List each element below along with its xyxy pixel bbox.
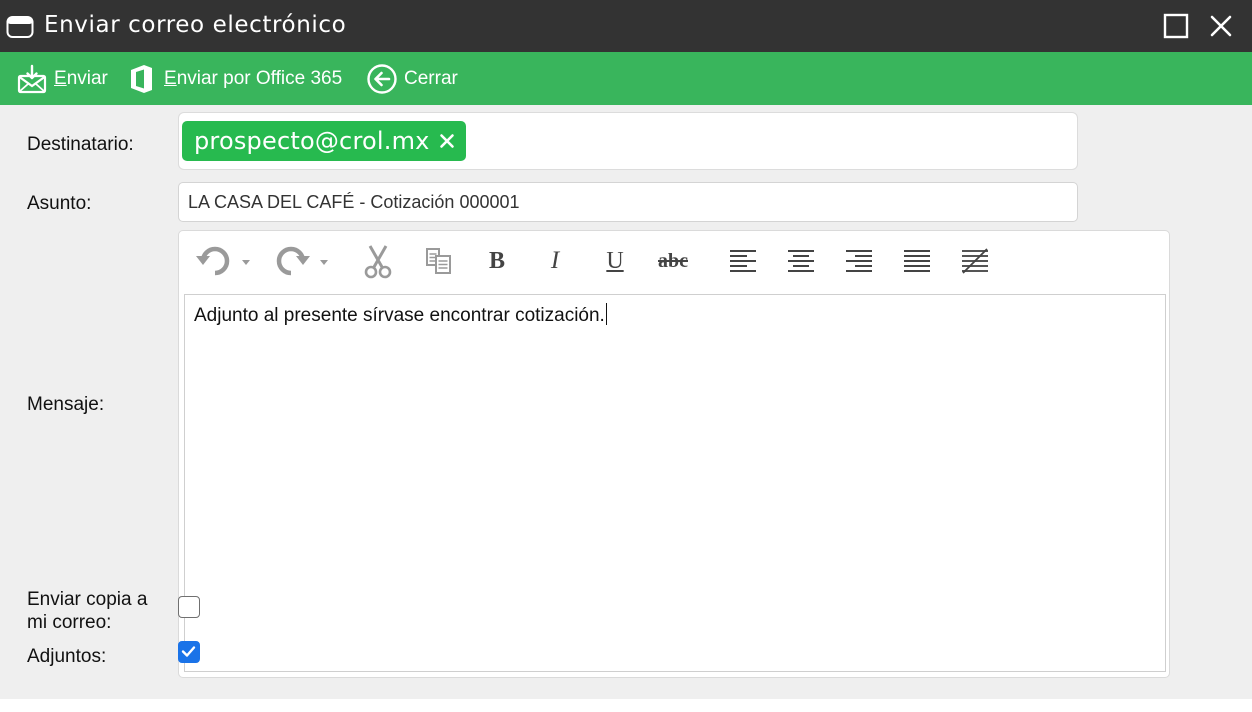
action-toolbar: Enviar Enviar por Office 365 Cerrar	[0, 52, 1252, 105]
italic-button[interactable]: I	[535, 241, 575, 281]
send-office365-label: Enviar por Office 365	[164, 67, 343, 89]
bold-icon: B	[488, 247, 505, 274]
office-icon	[131, 64, 152, 93]
back-arrow-icon	[367, 63, 397, 94]
email-form: Destinatario: prospecto@crol.mx Asunto: …	[0, 105, 1252, 699]
send-button[interactable]: Enviar	[17, 52, 108, 105]
attachments-checkbox[interactable]	[178, 641, 200, 663]
copy-icon	[426, 248, 451, 274]
subject-label: Asunto:	[27, 193, 92, 214]
redo-icon	[276, 246, 328, 276]
checkmark-icon	[181, 646, 196, 657]
underline-button[interactable]: U	[595, 241, 635, 281]
message-label: Mensaje:	[27, 394, 105, 415]
copy-to-me-checkbox[interactable]	[178, 596, 200, 618]
message-text: Adjunto al presente sírvase encontrar co…	[194, 305, 605, 326]
justify-icon	[904, 250, 930, 272]
clear-formatting-icon	[962, 248, 988, 274]
copy-button[interactable]	[420, 241, 458, 281]
strikethrough-icon: abc	[658, 249, 688, 272]
window-titlebar: Enviar correo electrónico	[0, 0, 1252, 52]
close-label: Cerrar	[404, 67, 458, 89]
maximize-icon[interactable]	[1162, 12, 1190, 40]
message-body[interactable]: Adjunto al presente sírvase encontrar co…	[184, 294, 1166, 672]
send-label: Enviar	[54, 67, 108, 89]
recipient-chip[interactable]: prospecto@crol.mx	[182, 121, 466, 161]
recipient-label: Destinatario:	[27, 134, 134, 155]
send-mail-icon	[17, 64, 47, 93]
align-center-icon	[788, 250, 814, 272]
align-center-button[interactable]	[783, 241, 819, 281]
recipient-field[interactable]: prospecto@crol.mx	[178, 112, 1078, 170]
strikethrough-button[interactable]: abc	[651, 241, 695, 281]
italic-icon: I	[550, 247, 560, 274]
copy-to-me-label: Enviar copia a mi correo:	[27, 589, 148, 633]
cut-button[interactable]	[359, 241, 397, 281]
undo-icon	[196, 246, 250, 276]
bold-button[interactable]: B	[477, 241, 517, 281]
window-icon	[6, 16, 34, 38]
align-right-icon	[846, 250, 872, 272]
recipient-chip-text: prospecto@crol.mx	[194, 127, 430, 155]
clear-formatting-button[interactable]	[957, 241, 993, 281]
underline-icon: U	[606, 247, 624, 274]
subject-input[interactable]	[178, 182, 1078, 222]
align-left-button[interactable]	[725, 241, 761, 281]
redo-button[interactable]	[271, 241, 333, 281]
close-button[interactable]: Cerrar	[366, 52, 458, 105]
window-title: Enviar correo electrónico	[44, 12, 347, 38]
message-editor: B I U abc Adjunto al presente sírvase en…	[178, 230, 1170, 678]
undo-button[interactable]	[193, 241, 255, 281]
send-office365-button[interactable]: Enviar por Office 365	[129, 52, 342, 105]
scissors-icon	[364, 245, 392, 279]
remove-recipient-icon[interactable]	[438, 132, 456, 150]
close-window-icon[interactable]	[1207, 12, 1235, 40]
text-caret	[605, 303, 608, 325]
align-right-button[interactable]	[841, 241, 877, 281]
justify-button[interactable]	[899, 241, 935, 281]
align-left-icon	[730, 250, 756, 272]
attachments-label: Adjuntos:	[27, 646, 107, 667]
